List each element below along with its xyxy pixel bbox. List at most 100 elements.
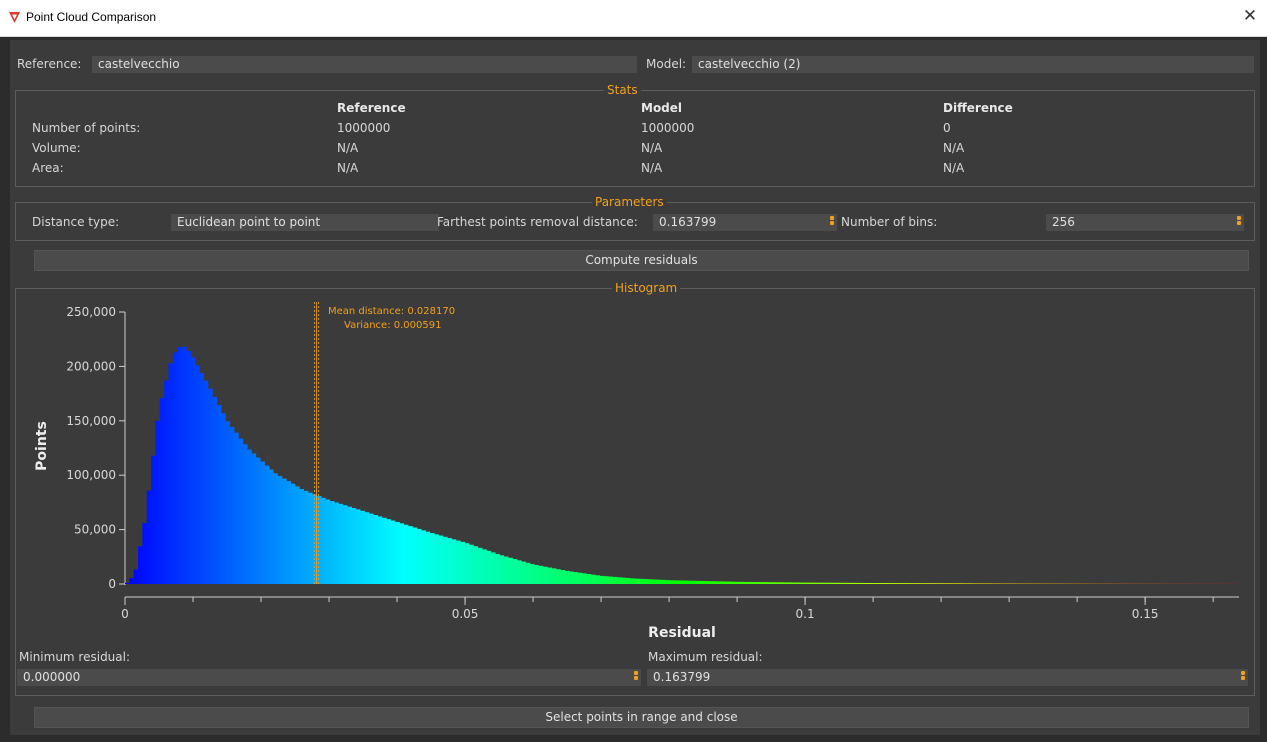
histogram-bar xyxy=(708,581,714,584)
histogram-bar xyxy=(638,578,644,584)
histogram-bar xyxy=(377,516,383,584)
close-button[interactable]: ✕ xyxy=(1239,5,1261,27)
stats-row-label: Area: xyxy=(32,161,64,175)
histogram-bar xyxy=(490,552,496,584)
histogram-bar xyxy=(133,569,139,584)
histogram-bar xyxy=(977,583,983,584)
title-bar: Point Cloud Comparison ✕ xyxy=(0,0,1267,37)
histogram-bar xyxy=(242,444,248,584)
histogram-bar xyxy=(690,580,696,584)
histogram-bar xyxy=(555,569,561,584)
histogram-bar xyxy=(956,583,962,584)
histogram-bar xyxy=(969,583,975,584)
histogram-bar xyxy=(568,571,574,584)
histogram-bar xyxy=(790,582,796,584)
reference-field[interactable]: castelvecchio xyxy=(92,56,637,73)
histogram-bar xyxy=(625,577,631,584)
spin-arrows-icon[interactable] xyxy=(1241,671,1246,684)
y-tick-label: 250,000 xyxy=(66,305,116,319)
histogram-bar xyxy=(877,583,883,584)
histogram-bar xyxy=(886,583,892,584)
histogram-bar xyxy=(729,581,735,584)
histogram-bar xyxy=(351,508,357,584)
histogram-bar xyxy=(194,365,200,584)
histogram-bar xyxy=(655,579,661,584)
histogram-bar xyxy=(786,582,792,584)
spin-arrows-icon[interactable] xyxy=(1237,216,1242,229)
histogram-bar xyxy=(903,583,909,584)
histogram-chart[interactable]: 0 50,000 100,000 150,000 200,000 250,000 0 0.0… xyxy=(16,289,1254,644)
histogram-bar xyxy=(146,490,152,584)
histogram-bar xyxy=(294,486,300,584)
dialog-body: Reference: castelvecchio Model: castelve… xyxy=(0,37,1267,742)
histogram-bar xyxy=(869,583,875,584)
max-residual-value: 0.163799 xyxy=(653,670,711,684)
histogram-bar xyxy=(259,461,265,584)
histogram-bar xyxy=(769,582,774,584)
y-tick-label: 150,000 xyxy=(66,414,116,428)
histogram-bar xyxy=(386,519,392,584)
stats-col-reference: Reference xyxy=(337,101,406,115)
histogram-bar xyxy=(212,396,217,584)
histogram-bar xyxy=(525,562,531,584)
histogram-bar xyxy=(751,582,757,584)
x-tick-label: 0.1 xyxy=(796,607,815,621)
histogram-bar xyxy=(581,573,587,584)
removal-distance-spinbox[interactable]: 0.163799 xyxy=(653,214,837,231)
histogram-bar xyxy=(290,483,296,584)
histogram-bar xyxy=(507,557,513,584)
distance-type-select[interactable]: Euclidean point to point xyxy=(171,214,439,231)
histogram-bar xyxy=(464,543,470,584)
select-points-close-button[interactable]: Select points in range and close xyxy=(34,707,1249,728)
stats-row-label: Volume: xyxy=(32,141,81,155)
compute-residuals-button[interactable]: Compute residuals xyxy=(34,250,1249,271)
spin-arrows-icon[interactable] xyxy=(830,216,835,229)
x-tick-label: 0.05 xyxy=(452,607,479,621)
histogram-bar xyxy=(738,581,744,584)
histogram-bar xyxy=(207,388,213,584)
histogram-bar xyxy=(773,582,779,584)
max-residual-spinbox[interactable]: 0.163799 xyxy=(647,669,1248,686)
mean-distance-annotation: Mean distance: 0.028170 xyxy=(328,306,455,317)
histogram-bar xyxy=(925,583,931,584)
histogram-bar xyxy=(142,523,148,584)
histogram-bar xyxy=(416,528,422,584)
histogram-bar xyxy=(342,505,348,584)
min-residual-spinbox[interactable]: 0.000000 xyxy=(17,669,641,686)
histogram-bar xyxy=(151,455,157,584)
histogram-bar xyxy=(782,582,788,584)
stats-title: Stats xyxy=(604,84,641,97)
histogram-bar xyxy=(233,432,239,584)
main-panel: Reference: castelvecchio Model: castelve… xyxy=(10,40,1260,735)
histogram-bar xyxy=(272,473,278,584)
histogram-bar xyxy=(216,405,222,584)
histogram-bar xyxy=(420,530,426,584)
histogram-bar xyxy=(333,502,339,584)
histogram-bar xyxy=(960,583,966,584)
histogram-bar xyxy=(603,576,609,584)
histogram-bar xyxy=(390,520,396,584)
histogram-bar xyxy=(873,583,879,584)
histogram-bar xyxy=(634,578,640,584)
histogram-bar xyxy=(608,576,613,584)
histogram-bar xyxy=(481,549,487,584)
histogram-bar xyxy=(642,579,648,584)
histogram-bar xyxy=(664,580,670,584)
x-tick-label: 0 xyxy=(121,607,129,621)
bins-spinbox[interactable]: 256 xyxy=(1046,214,1244,231)
histogram-bar xyxy=(494,553,500,584)
histogram-bar xyxy=(564,570,570,584)
histogram-bar xyxy=(512,559,518,584)
histogram-bar xyxy=(677,580,683,584)
histogram-bar xyxy=(203,380,209,584)
histogram-bar xyxy=(399,523,405,584)
histogram-bar xyxy=(843,582,848,584)
histogram-bar xyxy=(477,547,483,584)
model-field[interactable]: castelvecchio (2) xyxy=(692,56,1254,73)
histogram-bar xyxy=(364,512,370,584)
spin-arrows-icon[interactable] xyxy=(634,671,639,684)
stats-cell: 0 xyxy=(943,121,951,135)
histogram-bar xyxy=(851,582,857,584)
histogram-bar xyxy=(908,583,914,584)
histogram-bar xyxy=(381,517,387,584)
